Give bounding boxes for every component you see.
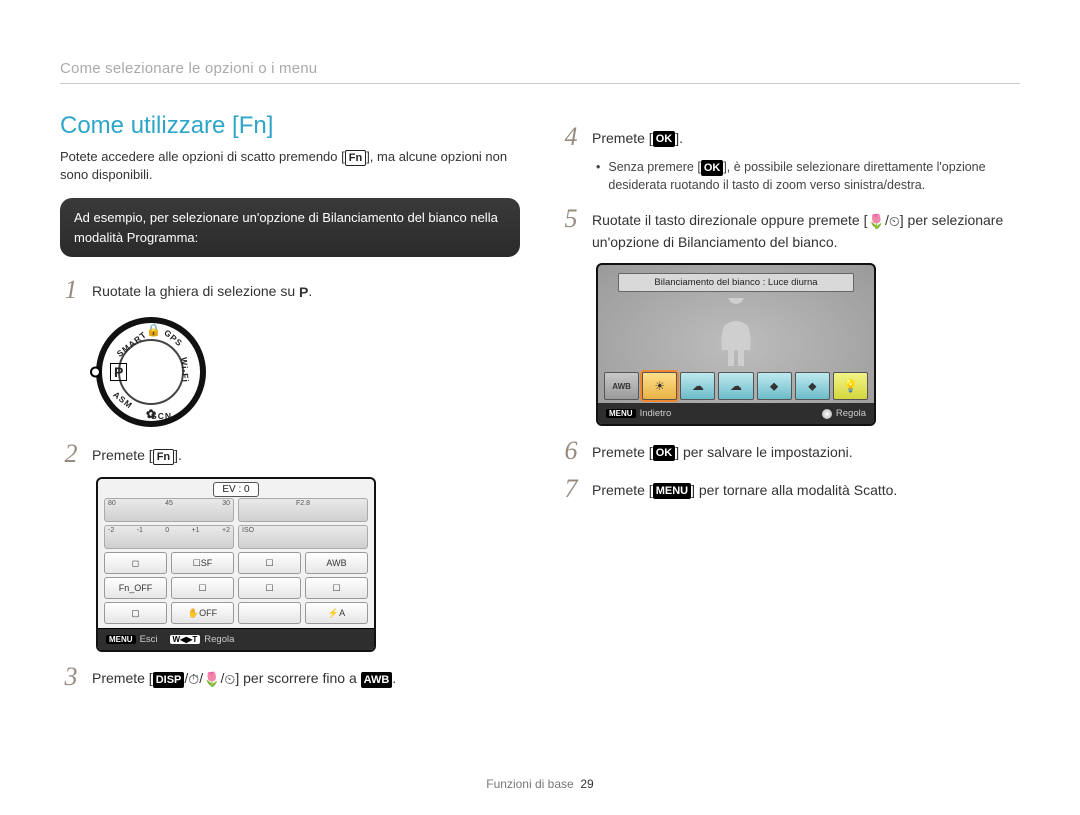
step-body: Premete [Fn]. (92, 441, 520, 466)
step-5: 5 Ruotate il tasto direzionale oppure pr… (560, 206, 1020, 253)
menu-icon: MENU (106, 635, 136, 644)
step-6: 6 Premete [OK] per salvare le impostazio… (560, 438, 1020, 464)
wb-opt-fluor2: ⬥ (795, 372, 830, 400)
page-footer: Funzioni di base 29 (0, 777, 1080, 791)
grid-row-1: ◻ ☐SF ☐ AWB (98, 549, 374, 574)
ok-icon: OK (701, 160, 724, 176)
step-body: Ruotate la ghiera di selezione su P. (92, 277, 520, 303)
grid-cell: ◻ (104, 552, 167, 574)
camera-quickmenu-illustration: EV : 0 80 45 30 F2.8 (96, 477, 376, 652)
step-1: 1 Ruotate la ghiera di selezione su P. (60, 277, 520, 303)
silhouette-area (598, 292, 874, 372)
dial-icon (822, 409, 832, 419)
grid-cell: ✋OFF (171, 602, 234, 624)
step-body: Premete [MENU] per tornare alla modalità… (592, 476, 1020, 501)
bar-left: MENUEsci (106, 634, 158, 645)
step-number: 4 (560, 124, 582, 150)
fn-icon: Fn (345, 150, 366, 166)
menu-icon: MENU (653, 483, 691, 499)
wb-opt-cloudy: ☁ (680, 372, 715, 400)
fn-icon: Fn (153, 449, 174, 465)
grid-cell: ☐ (171, 577, 234, 599)
left-column: Come utilizzare [Fn] Potete accedere all… (60, 112, 520, 698)
selftimer-icon: ⏲ (224, 669, 235, 690)
grid-cell-awb: AWB (305, 552, 368, 574)
mode-dial-indicator-icon (90, 367, 101, 378)
step-number: 3 (60, 664, 82, 690)
selftimer-icon: ⏲ (889, 211, 900, 232)
awb-icon: AWB (361, 672, 393, 688)
person-silhouette-icon (706, 298, 766, 370)
grid-cell: ☐ (238, 577, 301, 599)
step-number: 2 (60, 441, 82, 467)
menu-icon: MENU (606, 409, 636, 418)
bar-right: W◀▶TRegola (170, 634, 235, 645)
grid-cell: ☐ (238, 552, 301, 574)
wb-opt-tungsten: 💡 (833, 372, 868, 400)
slider-ev: -2 -1 0 +1 +2 (104, 525, 234, 549)
step-number: 7 (560, 476, 582, 502)
grid-row-2: Fn_OFF ☐ ☐ ☐ (98, 574, 374, 599)
wt-icon: W◀▶T (170, 635, 201, 644)
mode-lock-icon: 🔒 (146, 323, 161, 337)
step-2: 2 Premete [Fn]. (60, 441, 520, 467)
mode-p-icon: P (110, 363, 127, 381)
example-callout: Ad esempio, per selezionare un'opzione d… (60, 198, 520, 257)
intro-paragraph: Potete accedere alle opzioni di scatto p… (60, 148, 520, 184)
ok-icon: OK (653, 131, 676, 147)
mode-dial-illustration: P SMART GPS Wi-Fi ASM SCN 🔒 ✿ (96, 317, 520, 427)
grid-row-3: ▢ ✋OFF ⚡A (98, 599, 374, 624)
mode-flower-icon: ✿ (146, 407, 156, 421)
step-body: Premete [OK]. (592, 124, 1020, 149)
step-number: 6 (560, 438, 582, 464)
grid-cell: Fn_OFF (104, 577, 167, 599)
right-column: 4 Premete [OK]. • Senza premere [OK], è … (560, 112, 1020, 698)
step-number: 5 (560, 206, 582, 232)
slider-iso: ISO (238, 525, 368, 549)
disp-icon: DISP (153, 672, 185, 688)
step-3: 3 Premete [DISP/⏱/🌷/⏲] per scorrere fino… (60, 664, 520, 690)
section-header: Come selezionare le opzioni o i menu (60, 60, 1020, 84)
page-title: Come utilizzare [Fn] (60, 112, 520, 140)
ev-label: EV : 0 (213, 482, 258, 497)
grid-cell: ▢ (104, 602, 167, 624)
bullet-icon: • (596, 158, 600, 194)
wb-opt-shade: ☁ (718, 372, 753, 400)
wb-screen-illustration: Bilanciamento del bianco : Luce diurna A… (596, 263, 876, 426)
step-number: 1 (60, 277, 82, 303)
intro-text-a: Potete accedere alle opzioni di scatto p… (60, 149, 345, 164)
timer-icon: ⏱ (188, 669, 199, 690)
footer-section-label: Funzioni di base (486, 777, 573, 791)
p-mode-icon: P (299, 282, 308, 303)
step-7: 7 Premete [MENU] per tornare alla modali… (560, 476, 1020, 502)
ok-icon: OK (653, 445, 676, 461)
grid-cell: ☐SF (171, 552, 234, 574)
grid-cell (238, 602, 301, 624)
step-body: Ruotate il tasto direzionale oppure prem… (592, 206, 1020, 253)
step-4-note: • Senza premere [OK], è possibile selezi… (596, 158, 1020, 194)
step-4: 4 Premete [OK]. (560, 124, 1020, 150)
slider-right-1: F2.8 (238, 498, 368, 522)
wb-opt-daylight: ☀ (642, 372, 677, 400)
grid-cell: ☐ (305, 577, 368, 599)
page-number: 29 (580, 777, 593, 791)
slider-left: 80 45 30 (104, 498, 234, 522)
step-body: Premete [OK] per salvare le impostazioni… (592, 438, 1020, 463)
macro-icon: 🌷 (868, 211, 885, 232)
bar-right: Regola (822, 408, 866, 419)
grid-cell: ⚡A (305, 602, 368, 624)
mode-wifi-label: Wi-Fi (179, 357, 191, 383)
wb-opt-awb: AWB (604, 372, 639, 400)
macro-icon: 🌷 (203, 669, 220, 690)
step-body: Premete [DISP/⏱/🌷/⏲] per scorrere fino a… (92, 664, 520, 690)
bar-left: MENUIndietro (606, 408, 671, 419)
two-column-layout: Come utilizzare [Fn] Potete accedere all… (60, 112, 1020, 698)
wb-opt-fluor1: ⬥ (757, 372, 792, 400)
wb-title: Bilanciamento del bianco : Luce diurna (618, 273, 855, 292)
wb-options-row: AWB ☀ ☁ ☁ ⬥ ⬥ 💡 (598, 372, 874, 403)
manual-page: Come selezionare le opzioni o i menu Com… (0, 0, 1080, 738)
